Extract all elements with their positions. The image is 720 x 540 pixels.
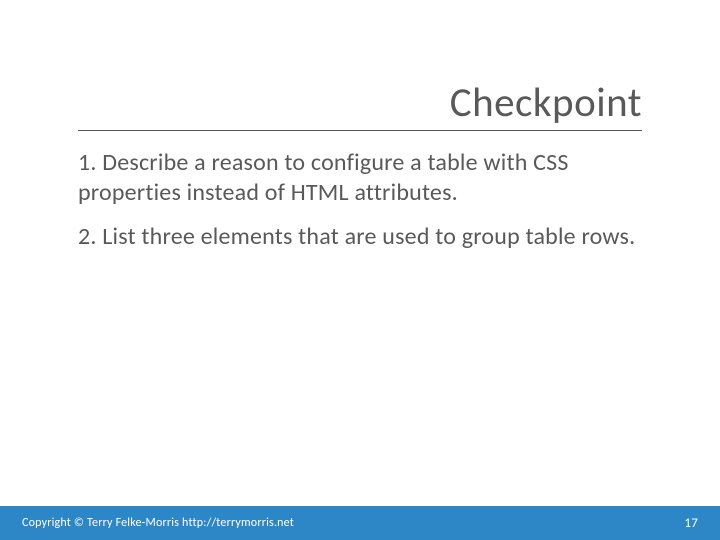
list-item: 1. Describe a reason to configure a tabl…	[78, 148, 642, 208]
title-rule: Checkpoint	[78, 78, 642, 131]
page-number: 17	[684, 516, 698, 531]
list-item: 2. List three elements that are used to …	[78, 222, 642, 252]
copyright-text: Copyright © Terry Felke-Morris http://te…	[22, 516, 294, 530]
slide-title: Checkpoint	[78, 78, 642, 128]
slide-body: 1. Describe a reason to configure a tabl…	[78, 148, 642, 266]
footer-bar: Copyright © Terry Felke-Morris http://te…	[0, 506, 720, 540]
slide: Checkpoint 1. Describe a reason to confi…	[0, 0, 720, 540]
